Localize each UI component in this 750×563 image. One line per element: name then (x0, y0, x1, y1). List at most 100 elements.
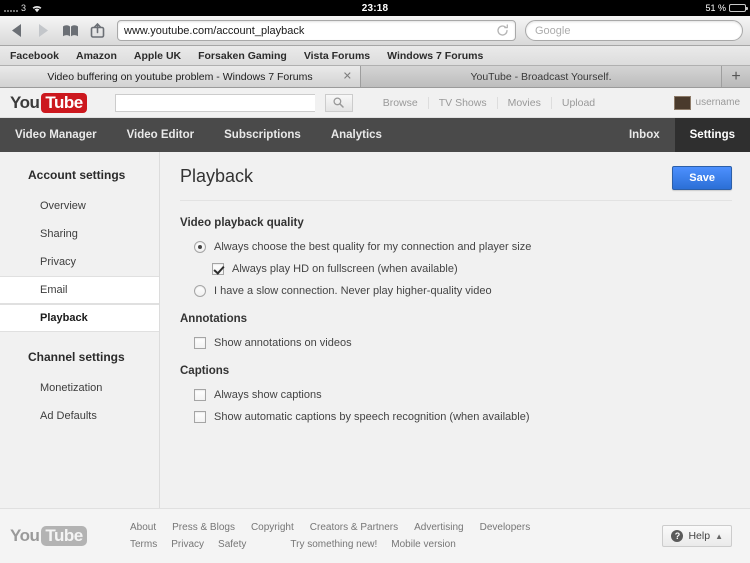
footer-gap (260, 539, 276, 550)
username-label: username (695, 97, 740, 108)
sidebar-item-overview[interactable]: Overview (0, 192, 159, 220)
nav-video-editor[interactable]: Video Editor (112, 118, 210, 152)
option-row-show-annotations[interactable]: Show annotations on videos (194, 337, 732, 349)
footer-link-mobile-version[interactable]: Mobile version (391, 539, 455, 550)
option-row-best-quality[interactable]: Always choose the best quality for my co… (194, 241, 732, 253)
page-title: Playback (180, 166, 254, 186)
search-input[interactable]: Google (525, 20, 743, 41)
sidebar-divider (0, 332, 159, 346)
nav-analytics[interactable]: Analytics (316, 118, 397, 152)
header-link-tv-shows[interactable]: TV Shows (429, 96, 498, 109)
content-header: Playback Save (180, 166, 732, 201)
bookmarks-bar: Facebook Amazon Apple UK Forsaken Gaming… (0, 46, 750, 66)
option-row-always-show-captions[interactable]: Always show captions (194, 389, 732, 401)
bookmark-vista-forums[interactable]: Vista Forums (304, 50, 370, 62)
youtube-primary-nav: Video Manager Video Editor Subscriptions… (0, 118, 750, 152)
user-menu[interactable]: username (673, 95, 740, 110)
sidebar-heading-account: Account settings (28, 168, 126, 182)
caret-up-icon: ▲ (715, 531, 723, 541)
nav-video-manager[interactable]: Video Manager (0, 118, 112, 152)
sidebar-item-ad-defaults[interactable]: Ad Defaults (0, 402, 159, 430)
back-arrow-icon[interactable] (7, 21, 25, 41)
option-row-hd-fullscreen[interactable]: Always play HD on fullscreen (when avail… (212, 263, 732, 275)
bookmark-amazon[interactable]: Amazon (76, 50, 117, 62)
footer-link-creators-and-partners[interactable]: Creators & Partners (310, 522, 398, 533)
bookmark-forsaken-gaming[interactable]: Forsaken Gaming (198, 50, 287, 62)
new-tab-button[interactable]: + (722, 66, 750, 87)
forward-arrow-icon[interactable] (34, 21, 52, 41)
tab-youtube[interactable]: YouTube - Broadcast Yourself. (361, 66, 722, 87)
settings-content: Playback Save Video playback quality Alw… (160, 152, 750, 508)
tab-title: Video buffering on youtube problem - Win… (47, 70, 313, 83)
tab-bar: Video buffering on youtube problem - Win… (0, 66, 750, 88)
footer-link-about[interactable]: About (130, 522, 156, 533)
radio-best-quality[interactable] (194, 241, 206, 253)
footer-link-safety[interactable]: Safety (218, 539, 246, 550)
checkbox-show-annotations[interactable] (194, 337, 206, 349)
option-label: I have a slow connection. Never play hig… (214, 285, 492, 297)
book-icon[interactable] (61, 21, 79, 41)
option-label: Show annotations on videos (214, 337, 352, 349)
battery-icon (729, 4, 748, 12)
sidebar-heading-channel: Channel settings (28, 350, 125, 364)
sidebar-item-privacy[interactable]: Privacy (0, 248, 159, 276)
help-label: Help (688, 530, 711, 542)
save-button[interactable]: Save (672, 166, 732, 190)
option-label: Always choose the best quality for my co… (214, 241, 532, 253)
footer-link-copyright[interactable]: Copyright (251, 522, 294, 533)
battery-percent-label: 51 % (705, 3, 726, 13)
reload-icon[interactable] (496, 24, 509, 37)
bookmark-windows-7-forums[interactable]: Windows 7 Forums (387, 50, 483, 62)
nav-inbox[interactable]: Inbox (614, 118, 675, 152)
footer-link-try-something-new[interactable]: Try something new! (290, 539, 377, 550)
option-row-slow-connection[interactable]: I have a slow connection. Never play hig… (194, 285, 732, 297)
checkbox-hd-fullscreen[interactable] (212, 263, 224, 275)
header-link-browse[interactable]: Browse (373, 96, 429, 109)
youtube-page: You Tube Browse TV Shows Movies Upload u… (0, 88, 750, 563)
sidebar-item-email[interactable]: Email (0, 276, 159, 304)
nav-settings[interactable]: Settings (674, 118, 750, 152)
youtube-header: You Tube Browse TV Shows Movies Upload u… (0, 88, 750, 118)
share-icon[interactable] (88, 21, 106, 41)
footer-logo-tube: Tube (41, 526, 87, 546)
youtube-search-input[interactable] (114, 93, 315, 112)
address-bar[interactable]: www.youtube.com/account_playback (117, 20, 516, 41)
search-icon[interactable] (324, 93, 353, 112)
status-bar-right: 51 % (705, 3, 750, 13)
option-label: Always show captions (214, 389, 322, 401)
sidebar-item-sharing[interactable]: Sharing (0, 220, 159, 248)
sidebar-item-playback[interactable]: Playback (0, 304, 159, 332)
avatar (673, 95, 691, 110)
sidebar-item-monetization[interactable]: Monetization (0, 374, 159, 402)
footer-logo-you: You (10, 526, 40, 545)
browser-toolbar: www.youtube.com/account_playback Google (0, 16, 750, 46)
option-row-automatic-captions[interactable]: Show automatic captions by speech recogn… (194, 411, 732, 423)
bookmark-facebook[interactable]: Facebook (10, 50, 59, 62)
checkbox-always-show-captions[interactable] (194, 389, 206, 401)
youtube-logo[interactable]: You Tube (10, 92, 87, 113)
header-link-movies[interactable]: Movies (498, 96, 552, 109)
footer-logo[interactable]: You Tube (10, 526, 130, 546)
nav-subscriptions[interactable]: Subscriptions (209, 118, 316, 152)
footer-link-developers[interactable]: Developers (480, 522, 531, 533)
footer-link-privacy[interactable]: Privacy (171, 539, 204, 550)
ios-status-bar: 3 23:18 51 % (0, 0, 750, 16)
help-button[interactable]: ? Help ▲ (662, 525, 732, 547)
bookmark-apple-uk[interactable]: Apple UK (134, 50, 181, 62)
footer-row-secondary: Terms Privacy Safety Try something new! … (130, 536, 530, 553)
option-label: Show automatic captions by speech recogn… (214, 411, 530, 423)
section-heading-captions: Captions (180, 365, 230, 377)
header-link-upload[interactable]: Upload (552, 97, 605, 109)
section-heading-video-playback-quality: Video playback quality (180, 217, 304, 229)
footer-link-terms[interactable]: Terms (130, 539, 157, 550)
footer-row-primary: About Press & Blogs Copyright Creators &… (130, 519, 530, 536)
close-icon[interactable]: ✕ (343, 71, 352, 82)
footer-links: About Press & Blogs Copyright Creators &… (130, 519, 530, 553)
radio-slow-connection[interactable] (194, 285, 206, 297)
footer-link-press-and-blogs[interactable]: Press & Blogs (172, 522, 235, 533)
footer-link-advertising[interactable]: Advertising (414, 522, 463, 533)
checkbox-automatic-captions[interactable] (194, 411, 206, 423)
youtube-footer: You Tube About Press & Blogs Copyright C… (0, 508, 750, 563)
option-label: Always play HD on fullscreen (when avail… (232, 263, 458, 275)
tab-windows-7-forums[interactable]: Video buffering on youtube problem - Win… (0, 66, 361, 87)
